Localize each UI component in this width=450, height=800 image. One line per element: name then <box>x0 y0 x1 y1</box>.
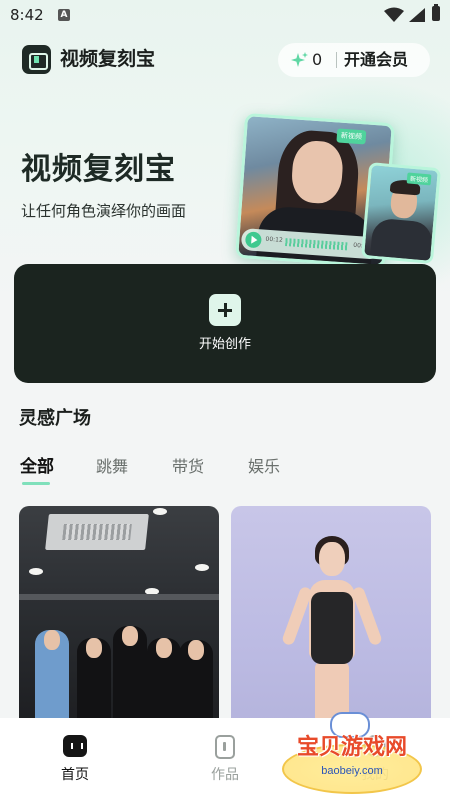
vip-button[interactable]: 开通会员 <box>344 49 408 71</box>
hero-title: 视频复刻宝 <box>21 152 176 187</box>
tab-active-indicator <box>22 482 50 485</box>
works-icon <box>215 735 235 759</box>
watermark-text: 宝贝游戏网 <box>296 735 407 760</box>
start-creating-button[interactable]: 开始创作 <box>14 264 436 383</box>
header-pill: 0 开通会员 <box>278 43 430 77</box>
watermark: 宝贝游戏网 baobeiy.com <box>272 708 432 798</box>
status-bar: 8:42 A <box>0 0 450 30</box>
waveform <box>285 238 348 251</box>
tab-dance[interactable]: 跳舞 <box>96 456 128 478</box>
start-creating-label: 开始创作 <box>198 337 251 352</box>
nav-works[interactable]: 作品 <box>180 718 270 800</box>
hero-subtitle: 让任何角色演绎你的画面 <box>21 202 187 220</box>
nav-works-label: 作品 <box>211 767 239 783</box>
stage-truss <box>19 594 219 600</box>
player-time-start: 00:12 <box>265 235 283 244</box>
tab-sales[interactable]: 带货 <box>172 456 204 478</box>
hero-card-badge: 新视频 <box>336 128 367 145</box>
category-tabs: 全部 跳舞 带货 娱乐 <box>0 456 450 490</box>
hero-preview-card-small: 新视频 <box>360 162 442 264</box>
sparkle-icon <box>291 52 308 67</box>
notification-icon: A <box>58 9 70 21</box>
wifi-icon <box>384 7 404 22</box>
model-arm <box>351 585 383 647</box>
section-title: 灵感广场 <box>19 408 91 429</box>
feed-card-dance[interactable] <box>19 506 219 736</box>
nav-home-label: 首页 <box>61 767 89 783</box>
tab-all[interactable]: 全部 <box>20 456 54 478</box>
ceiling-light <box>29 568 43 575</box>
ceiling-light <box>153 508 167 515</box>
ceiling-ac <box>45 514 149 550</box>
signal-icon <box>409 8 425 22</box>
battery-icon <box>432 4 440 21</box>
status-time: 8:42 <box>10 6 44 24</box>
tab-entertainment[interactable]: 娱乐 <box>248 456 280 478</box>
watermark-url: baobeiy.com <box>321 765 383 777</box>
feed-card-model[interactable] <box>231 506 431 736</box>
model-head <box>319 542 345 576</box>
portrait-body <box>369 217 434 264</box>
nav-home[interactable]: 首页 <box>30 718 120 800</box>
coin-count[interactable]: 0 <box>312 50 322 69</box>
hero-card-badge-small: 新视频 <box>406 172 432 186</box>
home-icon <box>63 735 87 757</box>
plus-icon <box>209 294 241 326</box>
play-icon <box>244 231 262 249</box>
app-name: 视频复刻宝 <box>60 48 156 70</box>
pill-divider <box>336 52 337 68</box>
ceiling-light <box>195 564 209 571</box>
model-swimsuit <box>311 592 353 664</box>
dancer-figure <box>35 630 69 730</box>
app-logo <box>22 45 51 74</box>
dancer-figure <box>113 626 147 726</box>
